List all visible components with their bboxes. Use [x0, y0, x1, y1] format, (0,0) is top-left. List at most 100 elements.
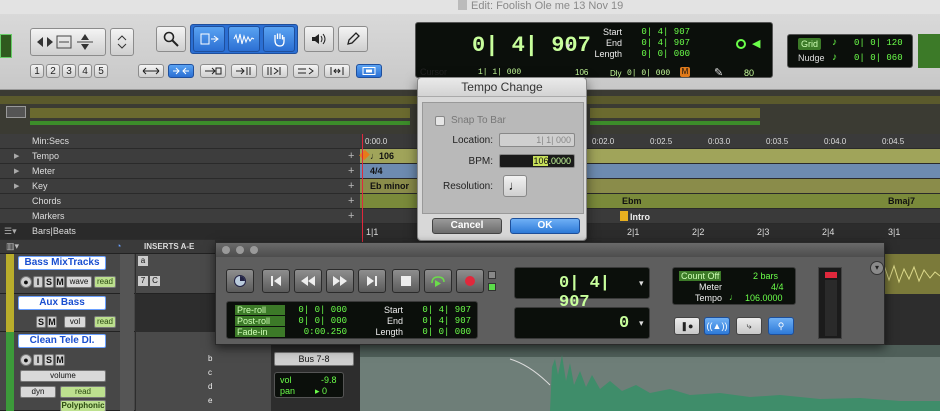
- ruler-tempo[interactable]: ▶ Tempo +: [0, 149, 360, 164]
- zoom-preset-1[interactable]: 1: [30, 64, 44, 78]
- main-counter[interactable]: 0| 4| 907: [472, 33, 591, 58]
- close-dot-icon[interactable]: [222, 246, 230, 254]
- mute-button[interactable]: M: [47, 316, 57, 328]
- t-length-value[interactable]: 0| 0| 000: [413, 327, 471, 338]
- online-indicator-icon[interactable]: [736, 39, 746, 49]
- start-value[interactable]: 0| 4| 907: [630, 27, 690, 38]
- nudge-label[interactable]: Nudge: [798, 53, 825, 63]
- zoom-dot-icon[interactable]: [250, 246, 258, 254]
- marker-intro[interactable]: Intro: [630, 212, 650, 222]
- mirror-mode[interactable]: [324, 64, 350, 78]
- automation-mode[interactable]: read: [94, 316, 116, 328]
- preroll-label[interactable]: Pre-roll: [235, 305, 285, 315]
- ruler-markers[interactable]: Markers +: [0, 209, 360, 224]
- record-enable-button[interactable]: ●: [20, 276, 32, 288]
- fast-forward-button[interactable]: [326, 269, 354, 293]
- expand-key-icon[interactable]: ▶: [14, 182, 19, 190]
- marker-flag-icon[interactable]: [620, 211, 628, 221]
- end-value[interactable]: 0| 4| 907: [630, 38, 690, 49]
- return-to-zero-button[interactable]: [262, 269, 290, 293]
- ruler-bars[interactable]: ☰▾ Bars|Beats: [0, 224, 360, 239]
- track-name[interactable]: Aux Bass: [18, 296, 106, 310]
- link-mode[interactable]: [293, 64, 319, 78]
- tab-mode[interactable]: [262, 64, 288, 78]
- grid-label[interactable]: Grid: [798, 38, 822, 50]
- ruler-meter[interactable]: ▶ Meter +: [0, 164, 360, 179]
- counter-dropdown-icon[interactable]: ▾: [566, 41, 571, 52]
- postroll-label[interactable]: Post-roll: [235, 316, 285, 326]
- automation-mode[interactable]: read: [94, 276, 116, 288]
- selector-tool[interactable]: [228, 26, 260, 52]
- midi-merge-button[interactable]: ⤷: [736, 317, 762, 335]
- expand-meter-icon[interactable]: ▶: [14, 167, 19, 175]
- preroll-value[interactable]: 0| 0| 000: [289, 305, 347, 316]
- solo-button[interactable]: S: [44, 276, 54, 288]
- fadein-value[interactable]: 0:00.250: [289, 327, 347, 338]
- transport-menu-icon[interactable]: ▾: [870, 261, 884, 275]
- ok-button[interactable]: OK: [510, 218, 580, 234]
- scrubber-tool[interactable]: [304, 26, 334, 52]
- location-field[interactable]: 1| 1| 000: [499, 133, 575, 147]
- play-button[interactable]: [424, 269, 452, 293]
- tempo-value[interactable]: 106.0000: [745, 293, 783, 303]
- vol-pan-display[interactable]: vol -9.8 pan ▸ 0: [274, 372, 344, 398]
- ruler-menu-icon[interactable]: ☰▾: [4, 226, 17, 237]
- counter-dropdown-icon[interactable]: ▾: [639, 278, 644, 289]
- snap-checkbox[interactable]: [435, 116, 445, 126]
- input-monitor-button[interactable]: I: [33, 354, 43, 366]
- zoom-preset-2[interactable]: 2: [46, 64, 60, 78]
- online-button[interactable]: [226, 269, 254, 293]
- add-chord-icon[interactable]: +: [348, 195, 354, 207]
- clock-icon[interactable]: ◔: [116, 241, 121, 251]
- elastic-mode[interactable]: Polyphonic: [60, 400, 106, 411]
- countoff-value[interactable]: 2 bars: [753, 271, 778, 281]
- length-value[interactable]: 0| 0| 000: [630, 49, 690, 60]
- input-monitor-button[interactable]: I: [33, 276, 43, 288]
- view-selector[interactable]: wave: [66, 276, 92, 288]
- spot-mode[interactable]: [200, 64, 226, 78]
- grid-mode[interactable]: [231, 64, 257, 78]
- shuffle-mode[interactable]: [138, 64, 164, 78]
- track-name[interactable]: Clean Tele DI.: [18, 334, 106, 348]
- transport-title-bar[interactable]: [216, 243, 884, 257]
- insertion-follows-playback[interactable]: [356, 64, 382, 78]
- resolution-note-button[interactable]: ♩: [503, 175, 527, 197]
- grabber-tool[interactable]: [263, 26, 295, 52]
- chord-bmaj7[interactable]: Bmaj7: [888, 196, 915, 206]
- transport-sub-counter[interactable]: 0 ▾: [514, 307, 650, 339]
- tracklist-menu-icon[interactable]: ▥▾: [6, 241, 19, 252]
- wait-for-note-button[interactable]: ❚●: [674, 317, 700, 335]
- nudge-value[interactable]: 0| 0| 060: [854, 53, 903, 63]
- mute-button[interactable]: M: [55, 354, 65, 366]
- ruler-key[interactable]: ▶ Key +: [0, 179, 360, 194]
- cancel-button[interactable]: Cancel: [432, 218, 502, 234]
- track-clean-tele-di[interactable]: Clean Tele DI. ● I S M volume dyn read P…: [0, 332, 135, 411]
- chord-ebm[interactable]: Ebm: [622, 196, 642, 206]
- slip-mode[interactable]: [168, 64, 194, 78]
- stop-button[interactable]: [392, 269, 420, 293]
- conductor-button[interactable]: ⚲: [768, 317, 794, 335]
- view-selector[interactable]: vol: [64, 316, 86, 328]
- zoom-toggle[interactable]: [110, 28, 134, 56]
- track-aux-bass[interactable]: Aux Bass S M vol read: [0, 294, 135, 332]
- sub-counter-dropdown-icon[interactable]: ▾: [639, 318, 644, 329]
- metronome-button[interactable]: ((▲)): [704, 317, 730, 335]
- automation-mode[interactable]: read: [60, 386, 106, 398]
- transport-toggle-2[interactable]: [488, 283, 496, 291]
- go-to-end-button[interactable]: [358, 269, 386, 293]
- t-end-value[interactable]: 0| 4| 907: [413, 316, 471, 327]
- pencil-tool[interactable]: [338, 26, 368, 52]
- add-meter-icon[interactable]: +: [348, 165, 354, 177]
- transport-toggle-1[interactable]: [488, 271, 496, 279]
- transport-main-counter[interactable]: 0| 4| 907 ▾: [514, 267, 650, 312]
- zoom-preset-3[interactable]: 3: [62, 64, 76, 78]
- track-bass-mixtracks[interactable]: Bass MixTracks ● I S M wave read: [0, 254, 135, 294]
- trim-tool[interactable]: [193, 26, 225, 52]
- track-name[interactable]: Bass MixTracks: [18, 256, 106, 270]
- track-1-inserts[interactable]: a 7 C: [136, 254, 216, 294]
- add-key-icon[interactable]: +: [348, 180, 354, 192]
- solo-button[interactable]: S: [36, 316, 46, 328]
- clip-region[interactable]: [879, 254, 940, 294]
- add-marker-icon[interactable]: +: [348, 210, 354, 222]
- zoom-controls[interactable]: [30, 28, 106, 56]
